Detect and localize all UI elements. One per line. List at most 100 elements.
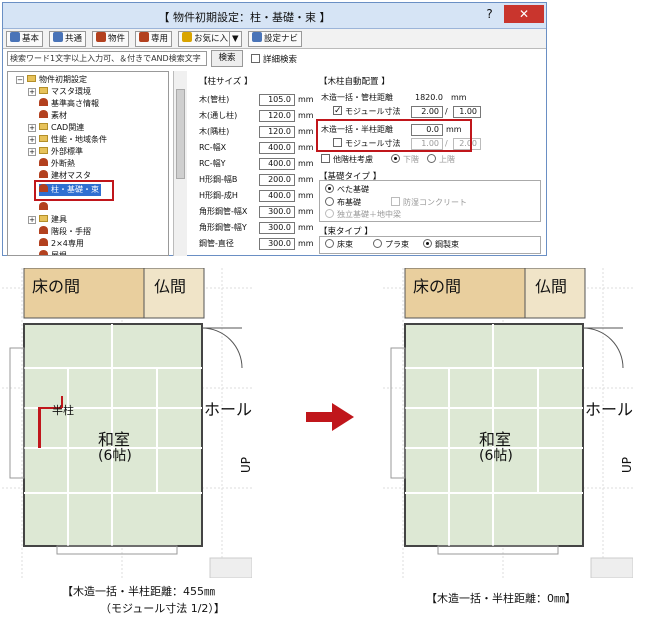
tsuka-option-label: プラ束 (385, 240, 409, 249)
tsuka-option[interactable]: プラ束 (373, 238, 409, 252)
folder-icon (39, 123, 48, 130)
folder-icon (27, 75, 36, 82)
radio-dot (325, 197, 334, 206)
tree-item[interactable]: 2×4専用 (39, 238, 84, 250)
half-distance-highlight (316, 119, 472, 152)
search-input[interactable]: 検索ワード1文字以上入力可、＆付きでAND検索文字 (7, 51, 207, 66)
setting-icon (39, 110, 48, 118)
detail-search-label: 詳細検索 (263, 55, 298, 65)
setting-icon (39, 202, 48, 210)
setting-icon (39, 250, 48, 255)
tree-item[interactable]: + CAD関連 (28, 122, 84, 134)
help-button[interactable]: ? (477, 5, 502, 23)
close-button[interactable]: ✕ (504, 5, 544, 23)
tree-item[interactable]: + 建具 (28, 214, 67, 226)
detail-search-checkbox[interactable]: 詳細検索 (251, 53, 297, 65)
tree-item[interactable]: + 性能・地域条件 (28, 134, 107, 146)
checkbox-box (391, 197, 400, 206)
setting-icon (39, 238, 48, 246)
setting-icon (39, 226, 48, 234)
expand-icon[interactable]: + (28, 136, 36, 144)
hall-label: ホール (585, 400, 633, 419)
module-den-input[interactable]: 1.00 (453, 106, 481, 118)
tool-label: 共通 (65, 34, 83, 44)
column-size-label: 木(隅柱) (199, 127, 230, 136)
room-size: (6帖) (479, 448, 513, 464)
column-size-input[interactable]: 300.0 (259, 222, 295, 234)
favorites-dropdown-button[interactable]: ▼ (229, 31, 242, 47)
tree-item-label: 性能・地域条件 (51, 135, 107, 144)
column-size-input[interactable]: 300.0 (259, 238, 295, 250)
auto-column-title: 【木柱自動配置 】 (319, 77, 390, 87)
caption-before-1: 【木造一括・半柱距離：455㎜ (62, 585, 215, 598)
setting-icon (39, 170, 48, 178)
tool-label: 設定ナビ (264, 34, 299, 44)
column-size-input[interactable]: 120.0 (259, 126, 295, 138)
tool-common-button[interactable]: 共通 (49, 31, 87, 47)
upper-radio[interactable]: 上階 (427, 153, 455, 167)
lower-radio[interactable]: 下階 (391, 153, 419, 167)
tsuka-option[interactable]: 床束 (325, 238, 353, 252)
tree-item-label: 物件初期設定 (39, 75, 87, 84)
expand-icon[interactable]: + (28, 124, 36, 132)
half-column-label: 半柱 (52, 404, 74, 417)
radio-dot (427, 154, 436, 163)
checkbox-box (321, 154, 330, 163)
tree-item[interactable]: + 外部標準 (28, 146, 83, 158)
tool-basic-button[interactable]: 基本 (6, 31, 44, 47)
column-size-input[interactable]: 120.0 (259, 110, 295, 122)
tree-item[interactable]: 基準高さ情報 (39, 98, 99, 110)
tsuka-option-label: 鋼製束 (435, 240, 459, 249)
foundation-option[interactable]: 独立基礎＋地中梁 (325, 208, 401, 222)
column-size-input[interactable]: 105.0 (259, 94, 295, 106)
column-size-label: RC-幅Y (199, 159, 226, 168)
checkbox-box (333, 104, 342, 118)
tree-item-root[interactable]: − 物件初期設定 (16, 74, 87, 86)
column-size-input[interactable]: 200.0 (259, 174, 295, 186)
column-size-unit: mm (298, 111, 314, 120)
expand-icon[interactable]: + (28, 216, 36, 224)
column-size-unit: mm (298, 95, 314, 104)
moisture-checkbox[interactable]: 防湿コンクリート (391, 196, 467, 210)
room-butsuma: 仏間 (535, 277, 568, 296)
module-checkbox[interactable]: モジュール寸法 (333, 104, 400, 119)
expand-icon[interactable]: + (28, 148, 36, 156)
hall-label: ホール (204, 400, 252, 419)
settings-dialog: 【 物件初期設定：柱・基礎・束 】 ? ✕ 基本 共通 物件 専用 お気に入り … (2, 2, 547, 256)
foundation-option[interactable]: べた基礎 (325, 183, 369, 197)
tree-item[interactable]: + マスタ環境 (28, 86, 91, 98)
expand-icon[interactable]: + (28, 88, 36, 96)
tool-property-button[interactable]: 物件 (92, 31, 130, 47)
tree-item[interactable]: 素材 (39, 110, 67, 122)
tree-scrollbar[interactable] (173, 71, 187, 256)
tool-dedicated-button[interactable]: 専用 (135, 31, 173, 47)
tree-item-label: CAD関連 (51, 123, 85, 132)
settings-tree: − 物件初期設定 + マスタ環境 基準高さ情報 素材 + CAD関連 + 性能・地域条件… (7, 71, 169, 256)
checkbox-box (251, 54, 260, 63)
column-size-label: H形鋼-幅B (199, 175, 238, 184)
module-num-input[interactable]: 2.00 (411, 106, 443, 118)
column-size-label: H形鋼-成H (199, 191, 238, 200)
column-size-input[interactable]: 400.0 (259, 158, 295, 170)
collapse-icon[interactable]: − (16, 76, 24, 84)
column-size-input[interactable]: 400.0 (259, 190, 295, 202)
tool-label: 物件 (108, 34, 126, 44)
tool-navi-button[interactable]: 設定ナビ (248, 31, 303, 47)
search-button[interactable]: 検索 (211, 50, 243, 67)
scrollbar-thumb[interactable] (176, 89, 185, 179)
room-tokonoma: 床の間 (32, 277, 81, 296)
distance-unit: mm (451, 93, 467, 102)
tsuka-option[interactable]: 鋼製束 (423, 238, 459, 252)
room-tokonoma: 床の間 (413, 277, 462, 296)
other-floor-checkbox[interactable]: 他階柱考慮 (321, 153, 373, 167)
column-size-input[interactable]: 300.0 (259, 206, 295, 218)
tree-item[interactable] (39, 202, 51, 214)
column-size-input[interactable]: 400.0 (259, 142, 295, 154)
tree-item[interactable]: 階段・手摺 (39, 226, 91, 238)
navi-icon (252, 32, 262, 42)
tree-item[interactable]: 屋根 (39, 250, 67, 255)
search-row: 検索ワード1文字以上入力可、＆付きでAND検索文字 検索 詳細検索 (3, 50, 546, 68)
tree-item[interactable]: 外断熱 (39, 158, 75, 170)
setting-icon (39, 158, 48, 166)
column-size-label: 木(通し柱) (199, 111, 238, 120)
